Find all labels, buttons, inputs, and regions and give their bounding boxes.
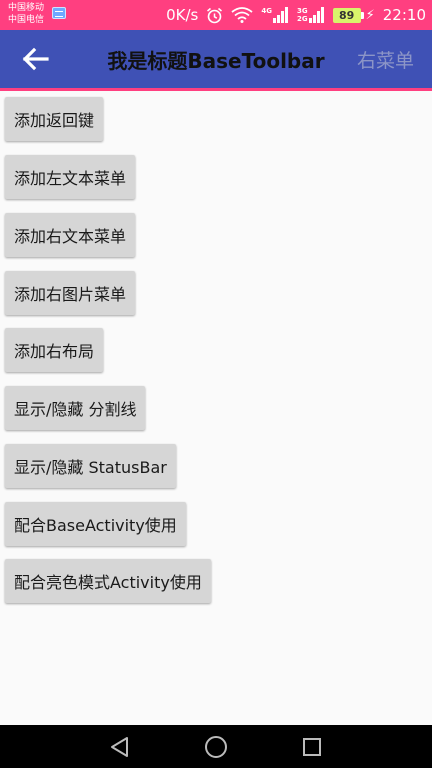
toolbar-title: 我是标题BaseToolbar — [107, 48, 325, 73]
battery-level: 89 — [332, 7, 361, 23]
battery-icon: 89 ⚡ — [332, 7, 375, 23]
alarm-icon — [206, 7, 223, 24]
add-left-text-menu-button[interactable]: 添加左文本菜单 — [5, 155, 136, 199]
charging-icon: ⚡ — [365, 7, 375, 23]
status-indicators: 0K/s 4G 3G 2G 89 ⚡ 22:10 — [166, 0, 426, 30]
nav-recents-button[interactable] — [299, 734, 325, 760]
back-button[interactable] — [18, 44, 52, 74]
nav-back-button[interactable] — [107, 734, 133, 760]
back-triangle-icon — [111, 737, 128, 757]
carrier-label-2: 中国电信 — [8, 15, 45, 25]
add-right-image-menu-button[interactable]: 添加右图片菜单 — [5, 271, 136, 315]
home-circle-icon — [205, 736, 227, 758]
base-activity-button[interactable]: 配合BaseActivity使用 — [5, 502, 186, 546]
back-arrow-icon — [22, 47, 49, 71]
right-menu-button[interactable]: 右菜单 — [357, 30, 414, 88]
recents-square-icon — [303, 738, 321, 756]
signal-bars-icon — [273, 7, 288, 23]
clock: 22:10 — [382, 6, 426, 24]
carrier-info: 中国移动 中国电信 — [8, 2, 44, 26]
signal-1: 4G — [261, 7, 289, 23]
add-right-text-menu-button[interactable]: 添加右文本菜单 — [5, 213, 136, 257]
wifi-icon — [231, 7, 253, 23]
net-type-label-2: 3G — [297, 7, 308, 15]
carrier-label-1: 中国移动 — [8, 3, 45, 13]
net-speed: 0K/s — [166, 6, 199, 24]
add-right-layout-button[interactable]: 添加右布局 — [5, 328, 104, 372]
toggle-statusbar-button[interactable]: 显示/隐藏 StatusBar — [5, 444, 176, 488]
sim-card-icon — [52, 7, 66, 19]
nav-home-button[interactable] — [203, 734, 229, 760]
toggle-divider-button[interactable]: 显示/隐藏 分割线 — [5, 386, 146, 430]
signal-2: 3G 2G — [297, 7, 325, 23]
toolbar-divider — [0, 88, 432, 91]
status-bar: 中国移动 中国电信 0K/s 4G 3G 2G 89 ⚡ 22:10 — [0, 0, 432, 30]
light-mode-activity-button[interactable]: 配合亮色模式Activity使用 — [5, 559, 211, 603]
net-type-label-3: 2G — [297, 15, 308, 23]
signal-bars-icon — [308, 7, 324, 23]
add-back-button-button[interactable]: 添加返回键 — [5, 97, 104, 141]
net-type-label-1: 4G — [261, 7, 272, 15]
